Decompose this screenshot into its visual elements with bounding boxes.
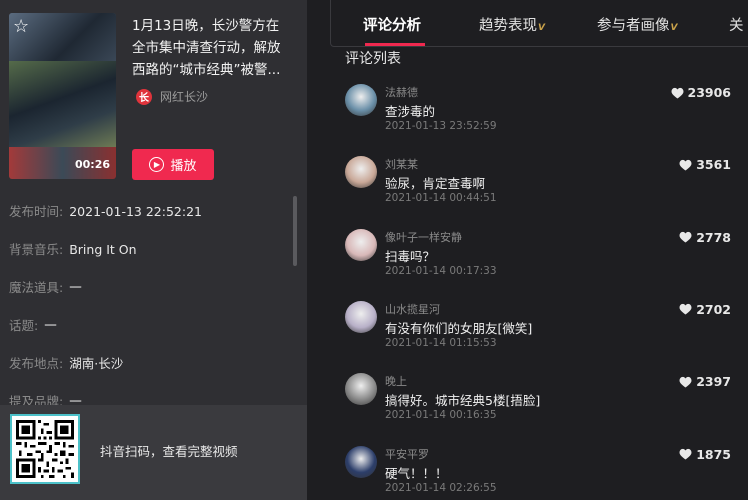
avatar[interactable] xyxy=(345,84,377,116)
like-count: 2778 xyxy=(679,230,731,245)
section-title: 评论列表 xyxy=(345,51,401,67)
comment-text: 搞得好。城市经典5楼[捂脸] xyxy=(385,393,541,409)
video-author[interactable]: 长 网红长沙 xyxy=(136,88,208,105)
heart-icon xyxy=(671,87,683,98)
comment-item: 法赫德查涉毒的 2021-01-13 23:52:59 23906 xyxy=(345,84,745,154)
comment-time: 2021-01-14 00:17:33 xyxy=(385,264,497,277)
commenter-name[interactable]: 刘某某 xyxy=(385,156,418,172)
comment-time: 2021-01-14 00:16:35 xyxy=(385,409,497,422)
like-count: 1875 xyxy=(679,447,731,462)
meta-location: 发布地点: 湖南·长沙 xyxy=(9,356,124,371)
author-logo-icon: 长 xyxy=(136,88,152,105)
meta-bgm: 背景音乐: Bring It On xyxy=(9,242,137,257)
commenter-name[interactable]: 像叶子一样安静 xyxy=(385,229,462,245)
video-title[interactable]: 1月13日晚，长沙警方在全市集中清查行动，解放西路的“城市经典”被警... xyxy=(132,15,292,81)
comment-analysis-panel: 评论分析 趋势表现V 参与者画像V 关 评论列表 法赫德 查涉毒的 2021-01-… xyxy=(307,0,748,500)
meta-topic: 话题: 一 xyxy=(9,318,57,333)
comment-text: 查涉毒的 xyxy=(385,104,436,119)
comment-time: 2021-01-14 00:44:51 xyxy=(385,192,497,205)
avatar[interactable] xyxy=(345,373,377,406)
active-tab-indicator xyxy=(365,43,425,46)
comment-text: 扫毒吗？ xyxy=(385,248,436,264)
tab-more[interactable]: 关 xyxy=(729,14,744,35)
comment-item: 晚上搞得好。城市经典5楼[捂脸] 2021-01-14 00:16:35 2397 xyxy=(345,373,745,443)
commenter-name[interactable]: 晚上 xyxy=(385,373,407,389)
comment-time: 2021-01-14 01:15:53 xyxy=(385,336,497,349)
like-count: 3561 xyxy=(679,157,731,172)
avatar[interactable] xyxy=(345,156,377,189)
qr-hint-text: 抖音扫码，查看完整视频 xyxy=(100,444,238,459)
scrollbar[interactable] xyxy=(293,196,297,266)
comment-text: 有没有你们的女朋友[微笑] xyxy=(385,320,533,336)
comment-item: 像叶子一样安静 扫毒吗？ 2021-01-14 00:17:33 2778 xyxy=(345,228,745,299)
like-count: 2702 xyxy=(679,302,731,317)
like-count: 23906 xyxy=(671,85,731,100)
commenter-name[interactable]: 平安平罗 xyxy=(385,446,429,462)
like-count: 2397 xyxy=(679,374,731,389)
comment-time: 2021-01-13 23:52:59 xyxy=(385,120,497,132)
play-button[interactable]: ▶ 播放 xyxy=(132,149,214,180)
heart-icon xyxy=(679,159,692,171)
video-thumbnail[interactable]: ☆ 00:26 xyxy=(9,13,116,179)
qr-bar: 抖音扫码，查看完整视频 xyxy=(0,405,307,500)
meta-magic-prop: 魔法道具: 一 xyxy=(9,280,82,295)
play-label: 播放 xyxy=(170,159,197,174)
vip-icon: V xyxy=(538,23,545,33)
heart-icon xyxy=(679,231,692,243)
comment-time: 2021-01-14 02:26:55 xyxy=(385,481,497,494)
tab-audience-profile[interactable]: 参与者画像V xyxy=(597,14,677,35)
comment-text: 硬气！！！ xyxy=(385,465,448,481)
qr-code xyxy=(10,414,80,484)
play-icon: ▶ xyxy=(149,157,165,172)
comment-item: 刘某某验尿，肯定查毒啊 2021-01-14 00:44:51 3561 xyxy=(345,156,745,226)
vip-icon: V xyxy=(670,23,678,33)
tab-comment-analysis[interactable]: 评论分析 xyxy=(363,14,421,35)
avatar[interactable] xyxy=(345,228,377,261)
commenter-name[interactable]: 法赫德 xyxy=(385,84,418,100)
avatar[interactable] xyxy=(345,300,377,333)
heart-icon xyxy=(679,448,692,460)
video-info-panel: ☆ 00:26 1月13日晚，长沙警方在全市集中清查行动，解放西路的“城市经典”… xyxy=(0,0,307,500)
commenter-name[interactable]: 山水揽星河 xyxy=(385,301,440,317)
comment-item: 山水揽星河有没有你们的女朋友[微笑] 2021-01-14 01:15:53 270… xyxy=(345,300,745,371)
tab-trend[interactable]: 趋势表现V xyxy=(479,14,545,35)
comment-text: 验尿，肯定查毒啊 xyxy=(385,176,486,192)
avatar[interactable] xyxy=(345,445,377,478)
favorite-star-icon[interactable]: ☆ xyxy=(13,16,29,37)
thumbnail-frame xyxy=(9,61,116,147)
author-name: 网红长沙 xyxy=(160,90,209,104)
meta-publish-time: 发布时间: 2021-01-13 22:52:21 xyxy=(9,204,202,219)
heart-icon xyxy=(679,376,692,388)
comment-item: 平安平罗硬气！！！ 2021-01-14 02:26:55 1875 xyxy=(345,445,745,500)
tab-bar: 评论分析 趋势表现V 参与者画像V 关 xyxy=(330,0,748,47)
video-duration: 00:26 xyxy=(74,158,110,171)
heart-icon xyxy=(679,304,692,315)
